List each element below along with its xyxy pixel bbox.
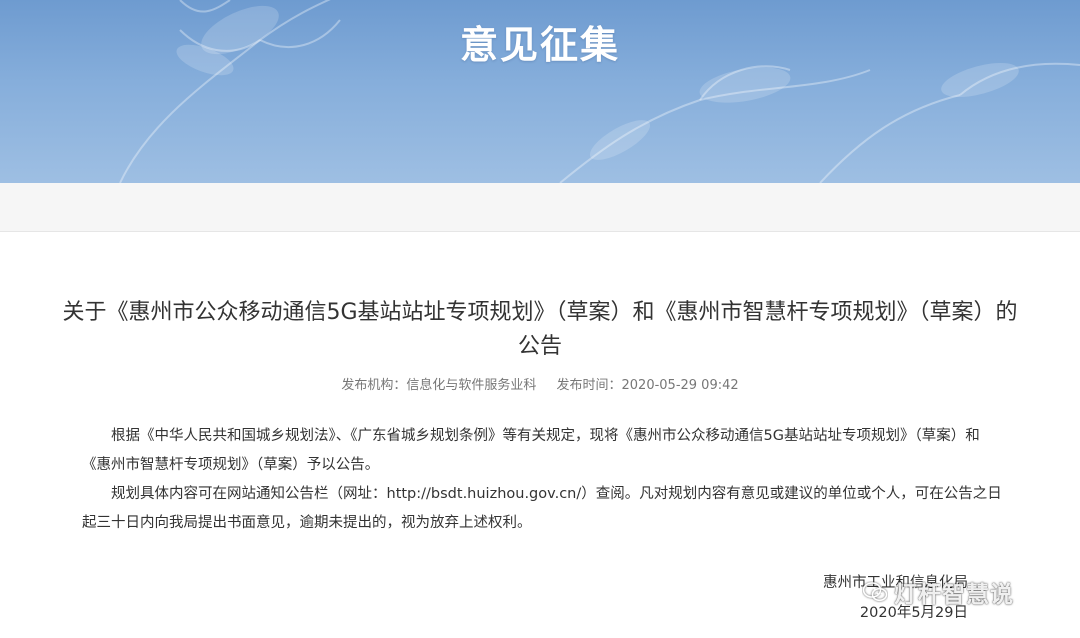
meta-publisher: 发布机构：信息化与软件服务业科 [341,378,537,393]
banner-title: 意见征集 [459,23,620,67]
wechat-icon [862,582,888,602]
banner: 意见征集 [0,0,1080,183]
article-body: 根据《中华人民共和国城乡规划法》、《广东省城乡规划条例》等有关规定，现将《惠州市… [82,422,1002,538]
page: 意见征集 关于《惠州市公众移动通信5G基站站址专项规划》（草案）和《惠州市智慧杆… [0,0,1080,638]
article-meta: 发布机构：信息化与软件服务业科 发布时间：2020-05-29 09:42 [0,374,1080,393]
watermark-text: 灯杆智慧说 [894,582,1014,608]
paragraph: 规划具体内容可在网站通知公告栏（网址：http://bsdt.huizhou.g… [82,486,1002,531]
article-title: 关于《惠州市公众移动通信5G基站站址专项规划》（草案）和《惠州市智慧杆专项规划》… [62,300,1018,359]
meta-time: 发布时间：2020-05-29 09:42 [556,378,739,393]
watermark: 灯杆智慧说 [862,572,1062,612]
breadcrumb-strip [0,183,1080,232]
paragraph: 根据《中华人民共和国城乡规划法》、《广东省城乡规划条例》等有关规定，现将《惠州市… [82,428,980,473]
